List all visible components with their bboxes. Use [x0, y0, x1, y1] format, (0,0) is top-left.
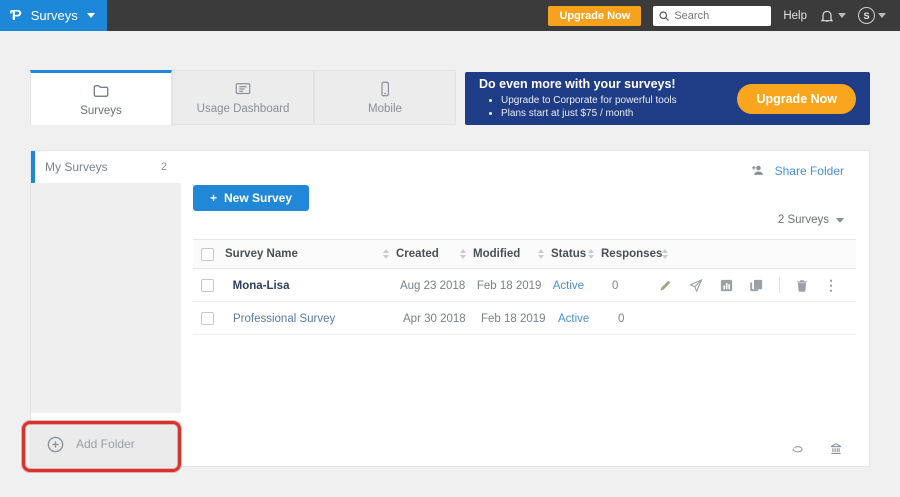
trash-icon[interactable] [795, 278, 809, 293]
table-header: Survey Name Created Modified Status Resp… [193, 239, 856, 269]
row-checkbox[interactable] [201, 279, 214, 292]
row-checkbox[interactable] [201, 312, 214, 325]
sort-icon[interactable] [662, 249, 668, 259]
tab-label: Usage Dashboard [197, 103, 290, 115]
plus-icon: + [210, 191, 217, 205]
panel-footer-actions [788, 441, 844, 456]
tab-mobile[interactable]: Mobile [314, 70, 456, 125]
notifications-menu[interactable] [819, 8, 846, 24]
search-icon [658, 10, 670, 22]
created-cell: Aug 23 2018 [393, 276, 469, 294]
tab-usage-dashboard[interactable]: Usage Dashboard [172, 70, 314, 125]
status-badge[interactable]: Active [553, 280, 584, 292]
promo-bullet: Plans start at just $75 / month [501, 107, 677, 120]
folder-label: My Surveys [45, 160, 108, 174]
dashboard-icon [233, 80, 253, 98]
add-folder-button[interactable]: Add Folder [31, 422, 181, 466]
top-bar: Ƥ Surveys Upgrade Now Help S [0, 0, 900, 31]
status-badge[interactable]: Active [558, 313, 589, 325]
avatar: S [858, 7, 875, 24]
modified-cell: Feb 18 2019 [469, 276, 546, 294]
help-link[interactable]: Help [783, 10, 807, 22]
share-folder-label: Share Folder [775, 164, 844, 178]
new-survey-button[interactable]: + New Survey [193, 185, 309, 211]
row-checkbox-cell [193, 279, 225, 292]
sort-icon[interactable] [538, 249, 544, 259]
survey-count-label: 2 Surveys [778, 214, 829, 226]
bell-icon [819, 8, 835, 24]
search-box[interactable] [653, 6, 771, 26]
row-checkbox-cell [193, 312, 225, 325]
app-logo: Ƥ [10, 7, 22, 24]
survey-name-link[interactable]: Mona-Lisa [233, 280, 290, 292]
tab-label: Mobile [368, 103, 402, 115]
tab-strip: Surveys Usage Dashboard Mobile [30, 70, 456, 125]
chevron-down-icon [838, 13, 846, 18]
chevron-down-icon [836, 218, 844, 223]
mobile-phone-icon [375, 80, 395, 98]
surveys-table: Survey Name Created Modified Status Resp… [193, 239, 856, 335]
sidebar-item-my-surveys[interactable]: My Surveys 2 [31, 151, 181, 183]
survey-name-cell: Mona-Lisa [225, 276, 393, 294]
search-input[interactable] [674, 10, 764, 22]
created-cell: Apr 30 2018 [396, 309, 473, 327]
responses-cell: 0 [601, 309, 665, 327]
person-add-icon [750, 163, 767, 178]
folder-icon [91, 82, 111, 100]
survey-count-dropdown[interactable]: 2 Surveys [778, 214, 844, 226]
product-menu-label: Surveys [31, 8, 78, 23]
modified-cell: Feb 18 2019 [473, 309, 551, 327]
promo-title: Do even more with your surveys! [479, 77, 677, 91]
tab-label: Surveys [80, 105, 122, 117]
responses-cell: 0 [595, 276, 658, 294]
more-options-icon[interactable]: ⋮ [824, 278, 838, 292]
upgrade-now-button[interactable]: Upgrade Now [548, 6, 641, 26]
send-paper-plane-icon[interactable] [688, 278, 704, 293]
sort-icon[interactable] [383, 249, 389, 259]
plus-circle-icon [46, 435, 65, 454]
account-menu[interactable]: S [858, 7, 886, 24]
actions-divider [779, 277, 780, 293]
survey-name-cell: Professional Survey [225, 309, 396, 327]
header-checkbox-cell [193, 248, 225, 261]
promo-text: Do even more with your surveys! Upgrade … [479, 77, 677, 120]
survey-name-link[interactable]: Professional Survey [233, 313, 335, 325]
add-folder-label: Add Folder [76, 437, 135, 451]
column-header-survey-name[interactable]: Survey Name [225, 248, 396, 260]
surveys-panel: My Surveys 2 Add Folder Share Folder + N… [30, 150, 870, 467]
chevron-down-icon [878, 13, 886, 18]
promo-bullet: Upgrade to Corporate for powerful tools [501, 94, 677, 107]
select-all-checkbox[interactable] [201, 248, 214, 261]
promo-banner: Do even more with your surveys! Upgrade … [465, 72, 870, 125]
product-menu[interactable]: Ƥ Surveys [0, 0, 107, 31]
status-cell: Active [546, 276, 595, 294]
copy-icon[interactable] [749, 278, 764, 293]
status-cell: Active [551, 309, 601, 327]
edit-pencil-icon[interactable] [658, 278, 673, 293]
restore-icon[interactable] [788, 442, 806, 456]
tab-surveys[interactable]: Surveys [30, 70, 172, 125]
column-header-modified[interactable]: Modified [473, 248, 551, 260]
table-row: Professional Survey Apr 30 2018 Feb 18 2… [193, 302, 856, 335]
sidebar-background [31, 183, 181, 413]
column-header-status[interactable]: Status [551, 248, 601, 260]
folder-sidebar: My Surveys 2 Add Folder [31, 151, 181, 466]
chevron-down-icon [87, 13, 95, 18]
sort-icon[interactable] [460, 249, 466, 259]
topbar-actions: Upgrade Now Help S [548, 6, 900, 26]
report-chart-icon[interactable] [719, 278, 734, 293]
new-survey-label: New Survey [224, 191, 292, 205]
sort-icon[interactable] [588, 249, 594, 259]
column-header-created[interactable]: Created [396, 248, 473, 260]
row-actions: ⋮ [658, 277, 856, 293]
folder-count-badge: 2 [161, 161, 167, 173]
promo-bullet-list: Upgrade to Corporate for powerful tools … [501, 94, 677, 120]
recycle-bin-icon[interactable] [828, 441, 844, 456]
column-header-responses[interactable]: Responses [601, 248, 665, 260]
table-row: Mona-Lisa Aug 23 2018 Feb 18 2019 Active… [193, 269, 856, 302]
banner-upgrade-button[interactable]: Upgrade Now [737, 84, 856, 114]
share-folder-button[interactable]: Share Folder [750, 163, 844, 178]
